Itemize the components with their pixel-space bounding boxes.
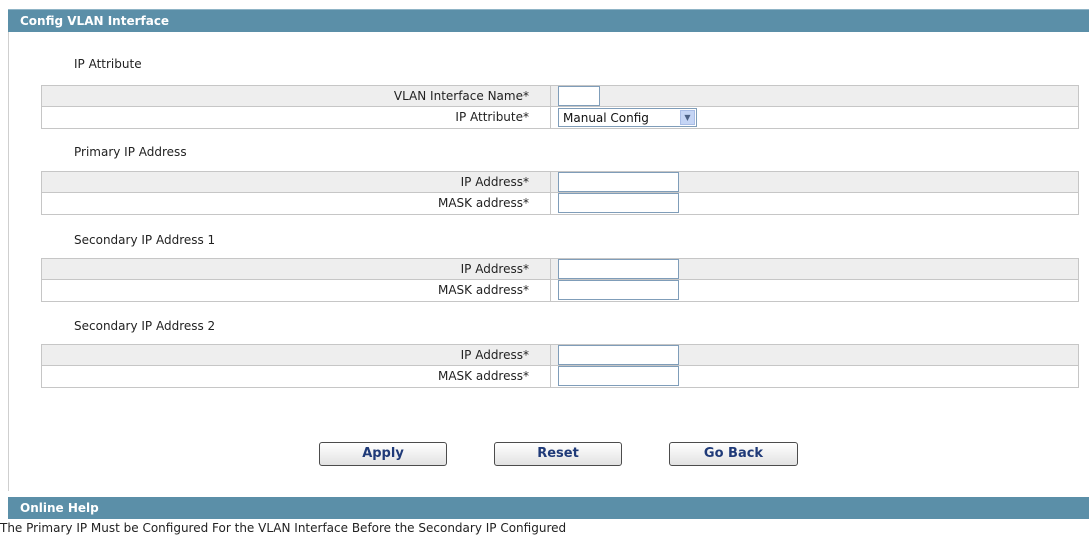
row-primary-ip-address: IP Address* (41, 171, 1079, 193)
row-divider (550, 280, 551, 301)
row-divider (550, 259, 551, 279)
primary-mask-address-input[interactable] (558, 193, 679, 213)
ip-attribute-selected-value: Manual Config (563, 111, 649, 125)
row-vlan-interface-name: VLAN Interface Name* (41, 85, 1079, 107)
row-divider (550, 366, 551, 387)
panel-header: Config VLAN Interface (8, 9, 1089, 32)
row-ip-attribute: IP Attribute* Manual Config ▼ (41, 107, 1079, 129)
row-secondary1-ip-address: IP Address* (41, 258, 1079, 280)
row-secondary1-mask-address: MASK address* (41, 280, 1079, 302)
secondary2-mask-address-input[interactable] (558, 366, 679, 386)
row-divider (550, 193, 551, 214)
section-heading-ip-attribute: IP Attribute (74, 57, 142, 71)
panel-left-border (8, 32, 9, 491)
primary-ip-address-label: IP Address* (460, 175, 529, 189)
secondary2-ip-address-input[interactable] (558, 345, 679, 365)
vlan-interface-name-label: VLAN Interface Name* (393, 89, 529, 103)
row-secondary2-mask-address: MASK address* (41, 366, 1079, 388)
chevron-down-icon[interactable]: ▼ (680, 110, 695, 125)
secondary2-ip-address-label: IP Address* (460, 348, 529, 362)
row-primary-mask-address: MASK address* (41, 193, 1079, 215)
go-back-button[interactable]: Go Back (669, 442, 798, 466)
secondary1-mask-address-input[interactable] (558, 280, 679, 300)
section-heading-secondary-ip-2: Secondary IP Address 2 (74, 319, 216, 333)
secondary1-mask-address-label: MASK address* (437, 283, 529, 297)
row-secondary2-ip-address: IP Address* (41, 344, 1079, 366)
ip-attribute-label: IP Attribute* (455, 110, 529, 124)
vlan-interface-name-input[interactable] (558, 86, 600, 106)
row-divider (550, 107, 551, 128)
online-help-header: Online Help (8, 497, 1089, 519)
panel-title: Config VLAN Interface (20, 14, 170, 28)
row-divider (550, 86, 551, 106)
row-divider (550, 345, 551, 365)
ip-attribute-select[interactable]: Manual Config ▼ (558, 108, 697, 127)
secondary1-ip-address-label: IP Address* (460, 262, 529, 276)
section-heading-primary-ip: Primary IP Address (74, 145, 187, 159)
secondary1-ip-address-input[interactable] (558, 259, 679, 279)
primary-mask-address-label: MASK address* (437, 196, 529, 210)
online-help-text: The Primary IP Must be Configured For th… (0, 521, 567, 535)
apply-button[interactable]: Apply (319, 442, 447, 466)
primary-ip-address-input[interactable] (558, 172, 679, 192)
row-divider (550, 172, 551, 192)
online-help-title: Online Help (20, 501, 99, 515)
section-heading-secondary-ip-1: Secondary IP Address 1 (74, 233, 216, 247)
reset-button[interactable]: Reset (494, 442, 622, 466)
secondary2-mask-address-label: MASK address* (437, 369, 529, 383)
